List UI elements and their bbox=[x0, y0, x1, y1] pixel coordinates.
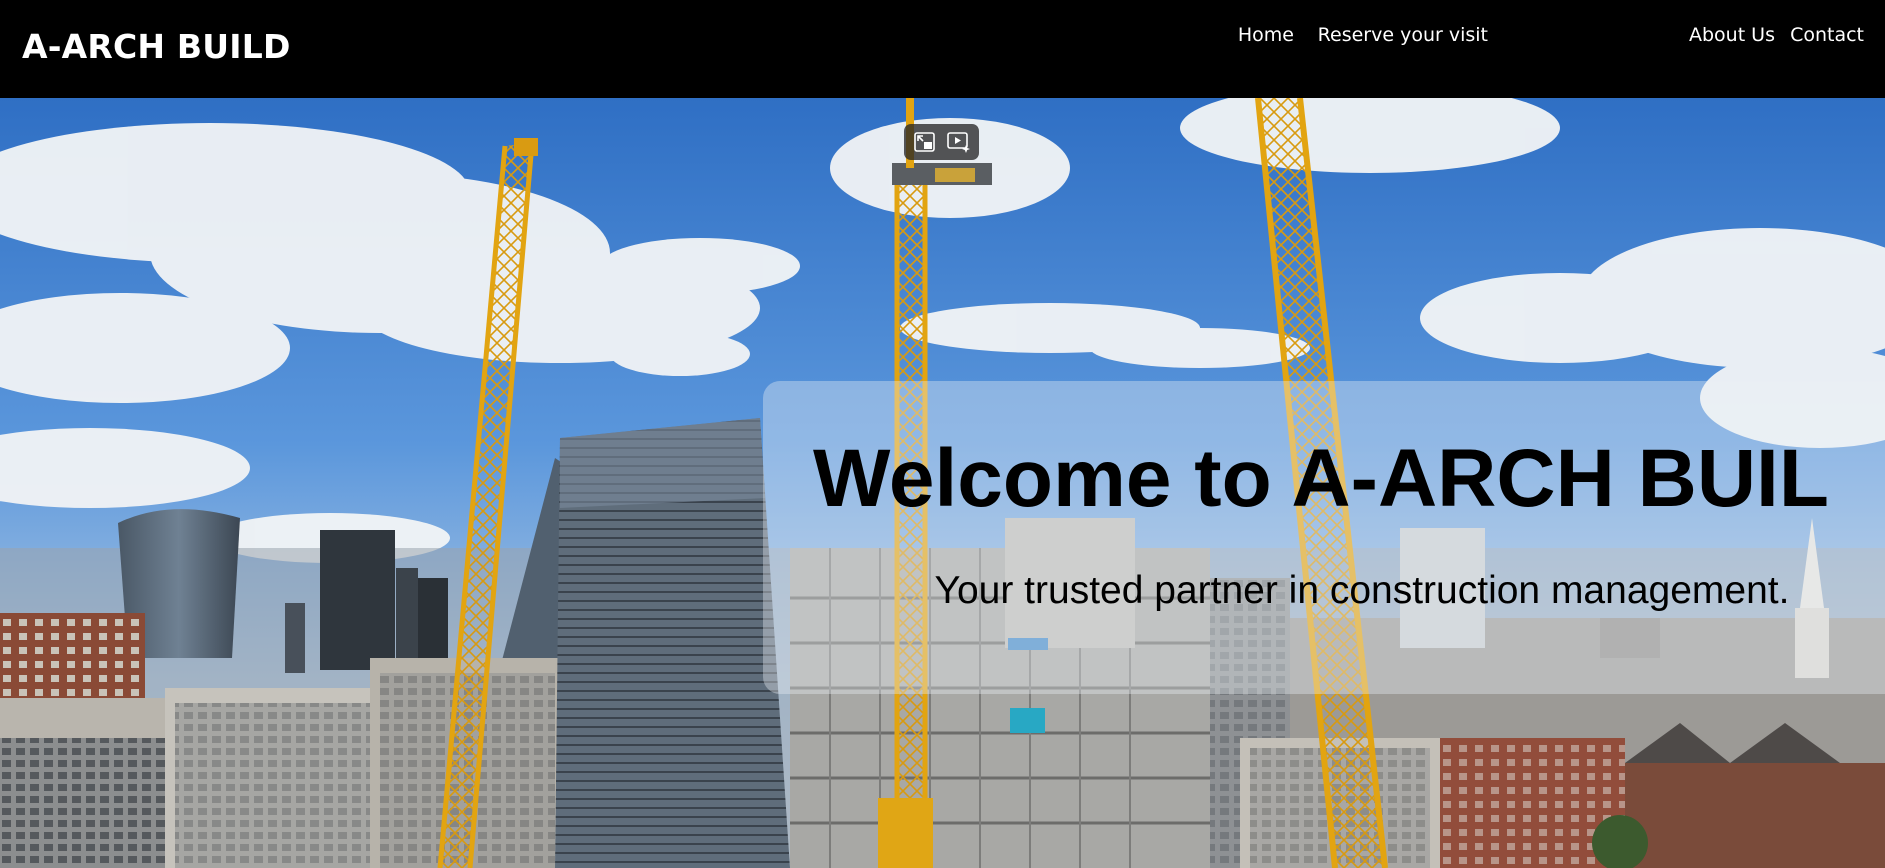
welcome-title: Welcome to A-ARCH BUILD bbox=[813, 433, 1833, 524]
minimize-player-icon[interactable] bbox=[912, 130, 937, 154]
welcome-subtitle-text: Your trusted partner in construction man… bbox=[934, 569, 1790, 612]
nav-link-home[interactable]: Home bbox=[1238, 24, 1294, 46]
nav-link-reserve-visit[interactable]: Reserve your visit bbox=[1318, 24, 1488, 46]
brand-logo-text[interactable]: A-ARCH BUILD bbox=[22, 27, 291, 66]
site-header: A-ARCH BUILD Home Reserve your visit Abo… bbox=[0, 0, 1885, 98]
video-overlay-controls bbox=[904, 124, 979, 160]
autoplay-icon[interactable] bbox=[946, 130, 971, 154]
welcome-subtitle: Your trusted partner in construction man… bbox=[763, 569, 1885, 613]
nav-link-contact[interactable]: Contact bbox=[1790, 24, 1864, 46]
nav-link-about-us[interactable]: About Us bbox=[1689, 24, 1775, 46]
welcome-panel: Welcome to A-ARCH BUILD Your trusted par… bbox=[763, 381, 1885, 694]
welcome-title-container: Welcome to A-ARCH BUILD bbox=[813, 433, 1833, 525]
